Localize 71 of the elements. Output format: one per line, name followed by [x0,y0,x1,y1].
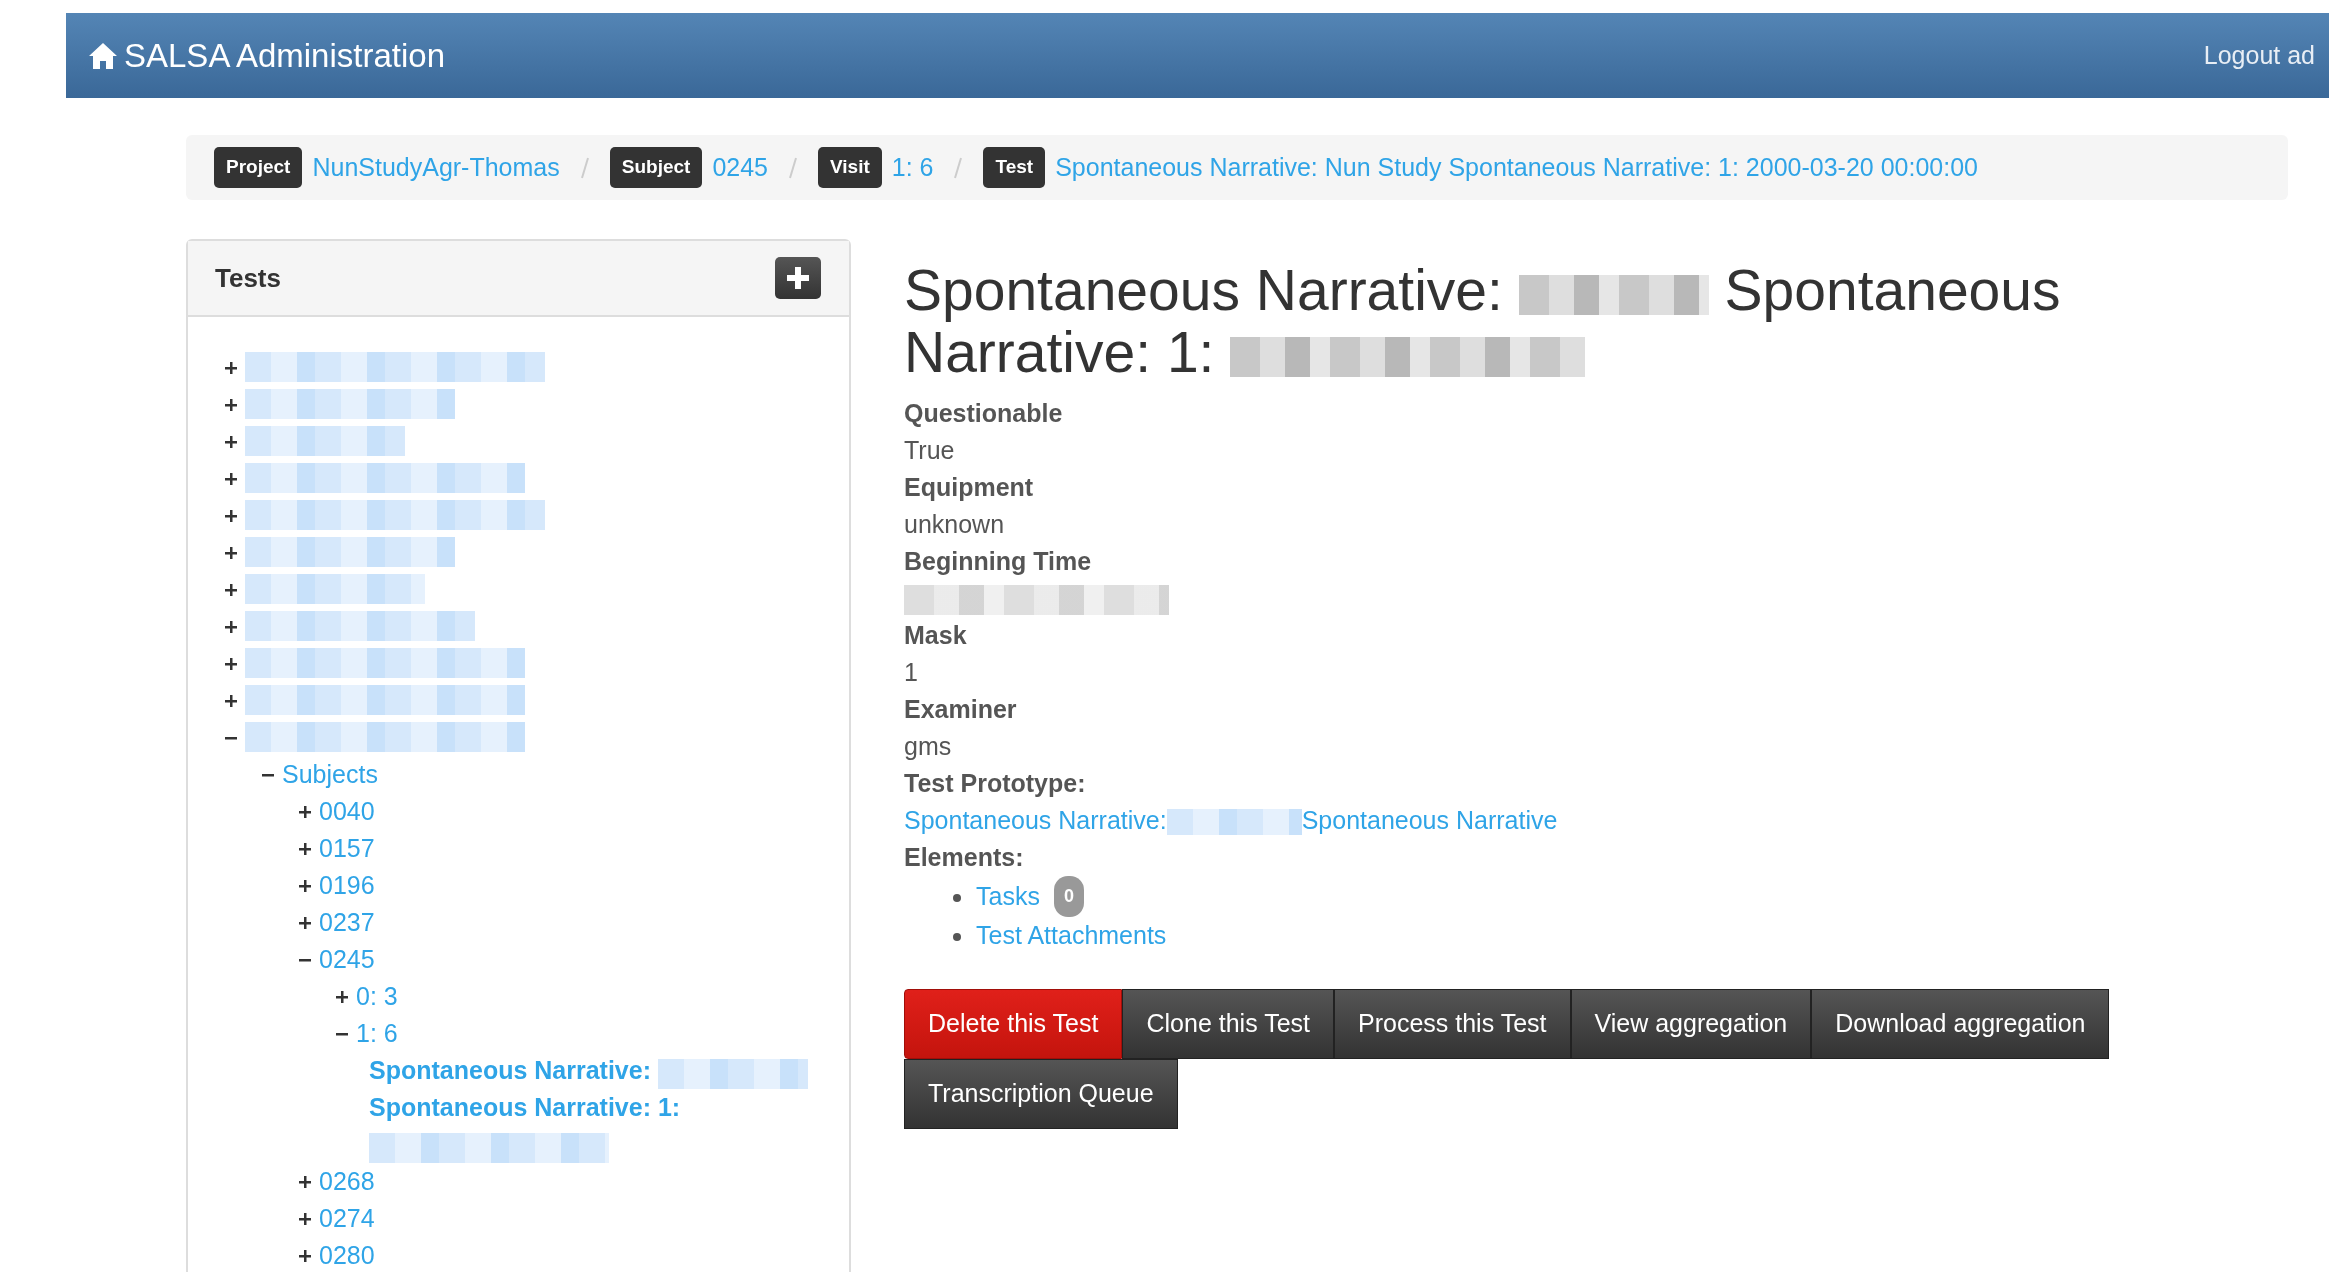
breadcrumb-label: Test [983,147,1046,188]
field-value: unknown [904,509,1006,540]
action-button[interactable]: Transcription Queue [904,1059,1178,1129]
tree-link[interactable]: 0157 [319,830,375,867]
expand-icon[interactable] [299,805,311,818]
action-button[interactable]: Delete this Test [904,989,1123,1059]
panel-title: Tests [215,261,281,295]
tree-link[interactable]: 0268 [319,1163,375,1200]
page-title: Spontaneous Narrative: Spontaneous Narrative: 1: [904,259,2062,383]
breadcrumb-link[interactable]: NunStudyAgr-Thomas [312,148,560,187]
expand-icon[interactable] [299,842,311,855]
tree-link[interactable]: 1: 6 [356,1015,398,1052]
expand-icon[interactable] [299,916,311,929]
expand-icon[interactable] [225,694,237,707]
expand-icon[interactable] [225,361,237,374]
breadcrumb-link[interactable]: Spontaneous Narrative: Nun Study Spontaneous Narrative: 1: 2000-03-20 00:00:00 [1055,148,1978,187]
expand-icon[interactable] [225,546,237,559]
field-value: True [904,435,956,466]
expand-icon[interactable] [225,398,237,411]
field-label: Test Prototype: [904,768,1087,799]
brand-link[interactable]: SALSA Administration [88,30,445,81]
tree-link[interactable]: 0274 [319,1200,375,1237]
expand-icon[interactable] [299,1249,311,1262]
expand-icon[interactable] [299,1175,311,1188]
separator-icon [579,156,590,179]
tree-link[interactable]: Subjects [282,756,378,793]
action-button[interactable]: Download aggregation [1811,989,2110,1059]
field-label: Beginning Time [904,546,1093,577]
breadcrumb-label: Visit [818,147,882,188]
tree-link[interactable]: 0237 [319,904,375,941]
expand-icon[interactable] [299,1212,311,1225]
action-button[interactable]: View aggregation [1570,989,1812,1059]
expand-icon[interactable] [336,990,348,1003]
bullet-icon [952,932,962,943]
field-label: Elements: [904,842,1025,873]
breadcrumb-link[interactable]: 1: 6 [891,148,934,187]
element-link[interactable]: Test Attachments [976,917,1167,954]
separator-icon [953,156,964,179]
tree-item[interactable]: Spontaneous Narrative: Spontaneous Narrative: 1: [369,1052,839,1163]
tree-link[interactable]: 0196 [319,867,375,904]
separator-icon [788,156,798,179]
field-label: Questionable [904,398,1064,429]
expand-icon[interactable] [225,620,237,633]
breadcrumb-link[interactable]: 0245 [712,148,768,187]
field-value: gms [904,731,953,762]
expand-icon[interactable] [225,583,237,596]
count-badge: 0 [1053,876,1084,917]
breadcrumb-label: Subject [609,147,703,188]
field-label: Examiner [904,694,1018,725]
add-button[interactable] [775,257,821,299]
logout-link[interactable]: Logout ad [2203,36,2315,75]
expand-icon[interactable] [225,657,237,670]
field-label: Mask [904,620,968,651]
plus-icon [787,267,809,289]
element-link[interactable]: Tasks [976,878,1040,915]
field-label: Equipment [904,472,1035,503]
breadcrumb-label: Project [214,147,303,188]
tree-link[interactable]: 0245 [319,941,375,978]
tree-link[interactable]: 0280 [319,1237,375,1272]
bullet-icon [952,893,962,904]
home-icon [88,41,118,70]
action-button[interactable]: Process this Test [1334,989,1571,1059]
field-value: 1 [904,657,919,688]
expand-icon[interactable] [225,435,237,448]
tree-link[interactable]: 0040 [319,793,375,830]
expand-icon[interactable] [225,509,237,522]
tree-link[interactable]: 0: 3 [356,978,398,1015]
prototype-link[interactable]: Spontaneous Narrative: Spontaneous Narrative [904,806,1558,834]
expand-icon[interactable] [299,879,311,892]
action-button[interactable]: Clone this Test [1122,989,1334,1059]
expand-icon[interactable] [225,472,237,485]
